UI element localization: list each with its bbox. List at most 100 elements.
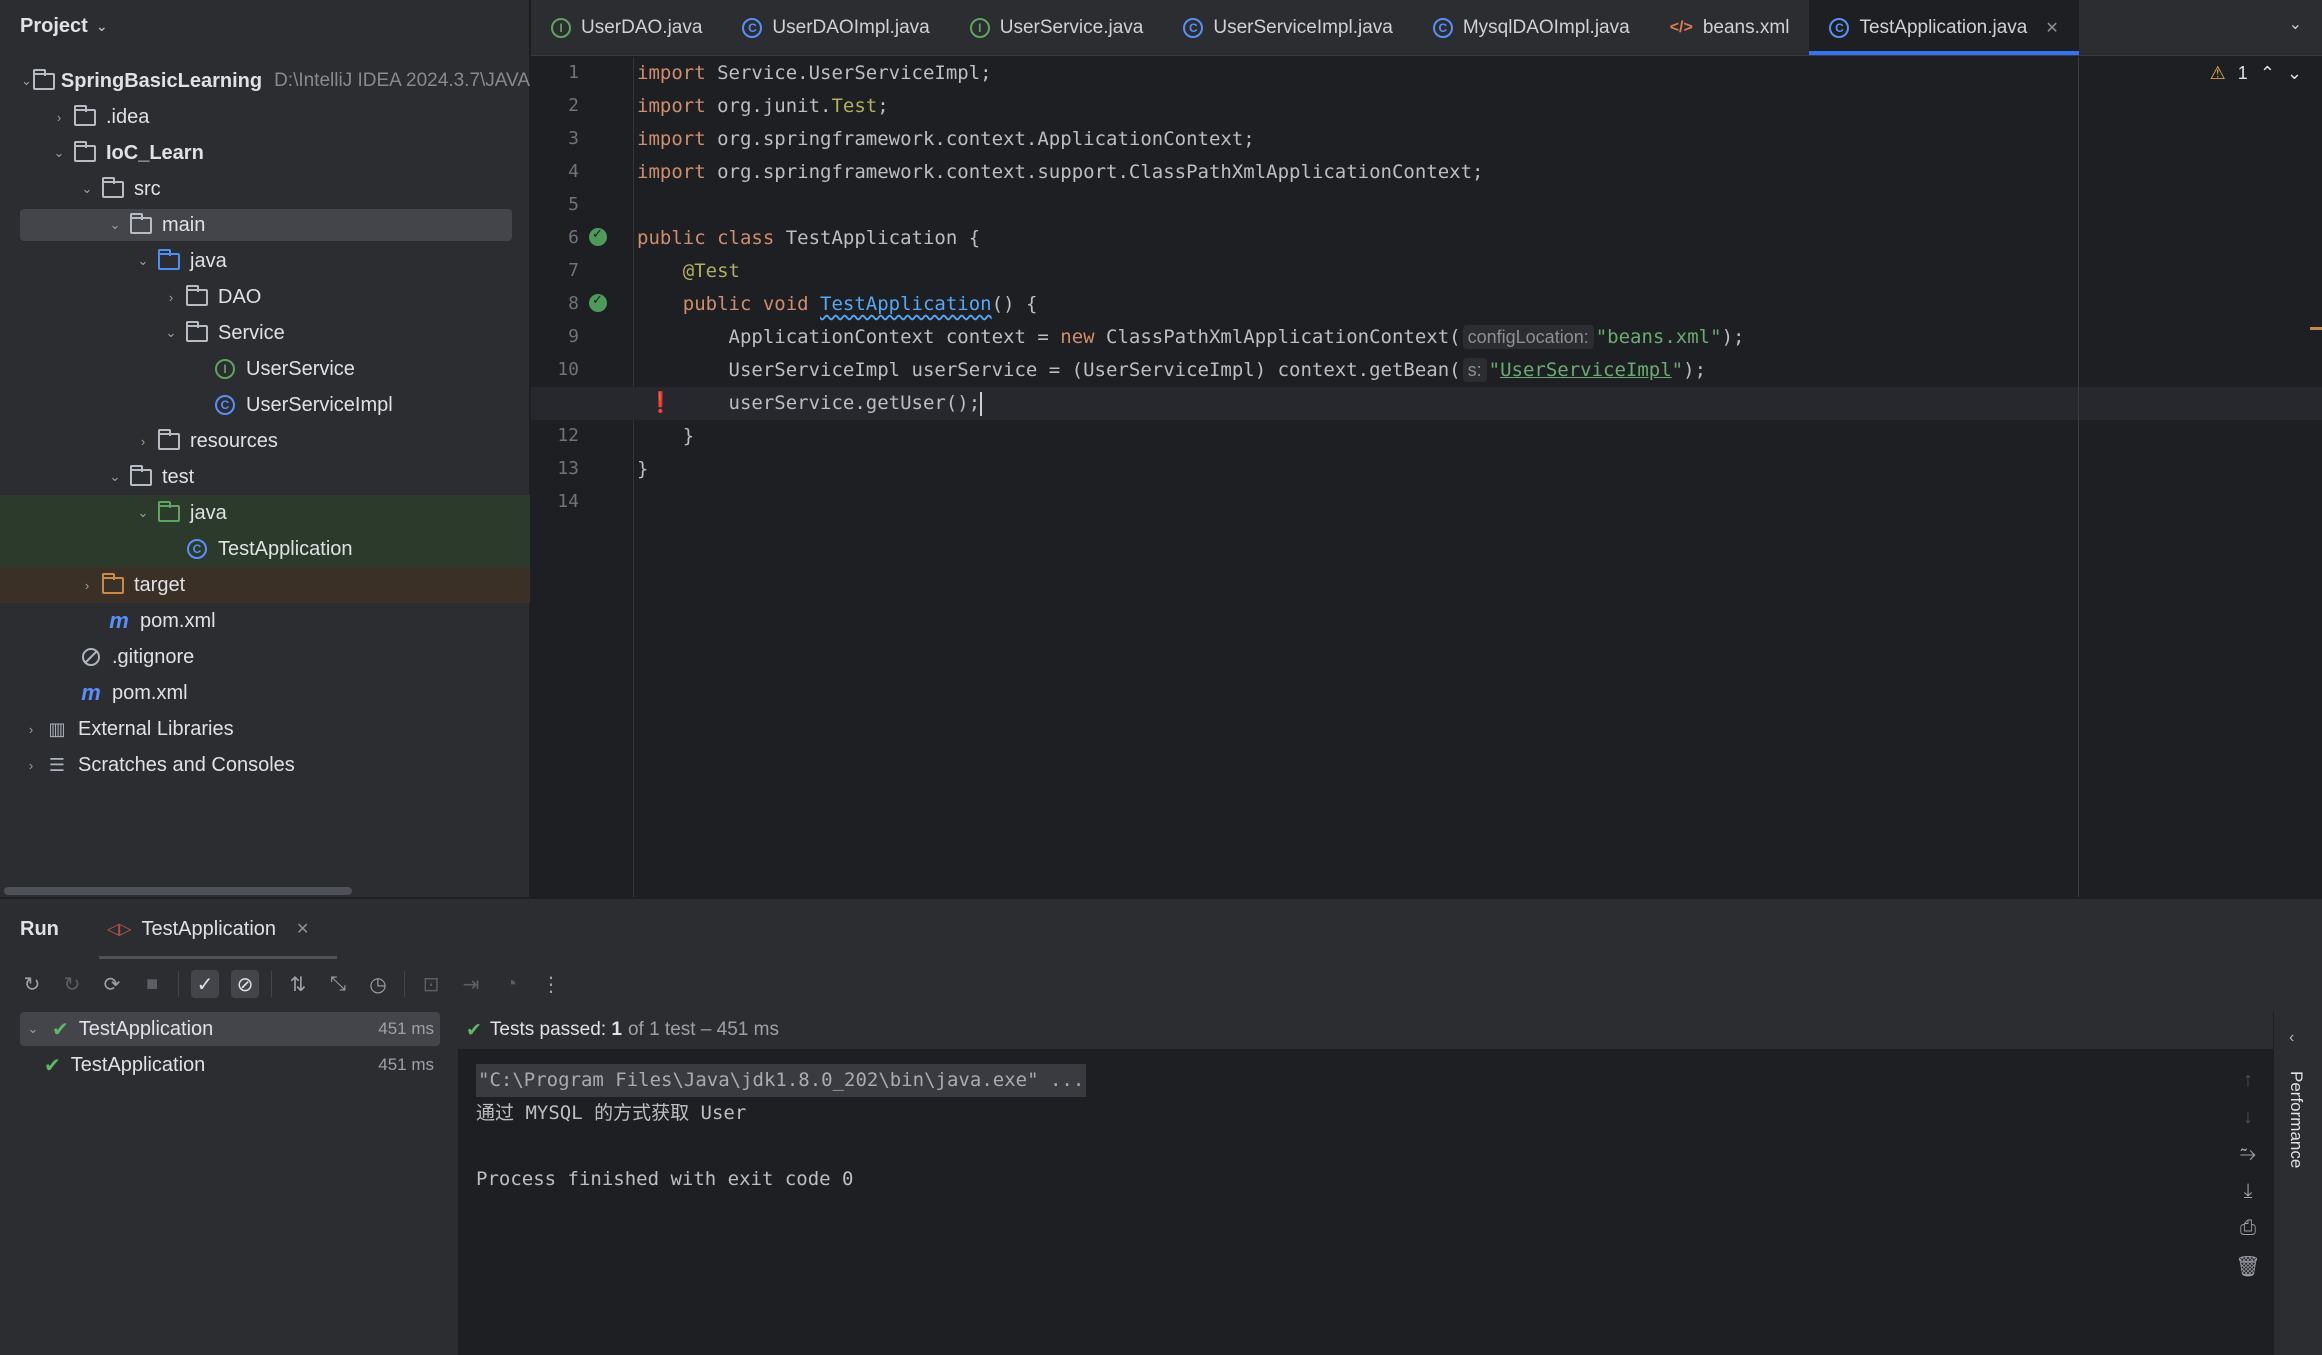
toggle-auto-test-icon[interactable]: ⟳ — [98, 970, 126, 998]
chevron-right-icon[interactable]: › — [76, 578, 98, 593]
soft-wrap-icon[interactable]: ⥲ — [2240, 1143, 2256, 1166]
chevron-down-icon[interactable]: ⌄ — [2289, 14, 2302, 34]
tree-item-userserviceimpl[interactable]: C UserServiceImpl — [0, 387, 530, 423]
tree-item-testapplication[interactable]: C TestApplication — [0, 531, 530, 567]
tab-run-testapplication[interactable]: ◁▷ TestApplication ✕ — [98, 899, 337, 959]
chevron-down-icon[interactable]: ⌄ — [104, 469, 126, 485]
tree-item-resources[interactable]: › resources — [0, 423, 530, 459]
interface-icon: I — [551, 17, 571, 38]
code-line: import org.springframework.context.suppo… — [637, 161, 1484, 183]
run-title: Run — [20, 917, 59, 940]
tree-item-main[interactable]: ⌄ main — [0, 207, 530, 243]
tree-item-pom-module[interactable]: m pom.xml — [0, 603, 530, 639]
performance-label[interactable]: Performance — [2286, 1071, 2306, 1168]
chevron-down-icon[interactable]: ⌄ — [104, 217, 126, 233]
arrow-down-icon[interactable]: ↓ — [2243, 1106, 2253, 1129]
chevron-right-icon[interactable]: › — [132, 434, 154, 449]
tree-item-idea[interactable]: › .idea — [0, 99, 530, 135]
console-side-toolbar: ↑ ↓ ⥲ ⤓ ⎙ 🗑 — [2218, 1069, 2278, 1279]
run-test-icon[interactable] — [589, 226, 607, 246]
scroll-to-end-icon[interactable]: ⤓ — [2244, 1180, 2253, 1203]
trash-icon[interactable]: 🗑 — [2235, 1254, 2260, 1279]
run-toolbar: ↻ ↻ ⟳ ■ ✓ ⊘ ⇅ ⤡ ◷ ⊡ ⇥ ◔ ⋮ — [0, 959, 2322, 1009]
tab-userdaoimpl[interactable]: C UserDAOImpl.java — [722, 0, 949, 55]
show-passed-icon[interactable]: ✓ — [191, 970, 219, 998]
rerun-failed-icon[interactable]: ↻ — [58, 970, 86, 998]
console-line: Process finished with exit code 0 — [476, 1168, 854, 1190]
rerun-icon[interactable]: ↻ — [18, 970, 46, 998]
folder-icon — [126, 464, 156, 486]
chevron-right-icon[interactable]: › — [48, 110, 70, 125]
chevron-down-icon[interactable]: ⌄ — [22, 1021, 44, 1037]
tab-testapplication[interactable]: C TestApplication.java ✕ — [1809, 0, 2080, 55]
tree-item-gitignore[interactable]: .gitignore — [0, 639, 530, 675]
performance-sidebar[interactable]: ‹ Performance — [2273, 1011, 2322, 1355]
tree-item-service[interactable]: ⌄ Service — [0, 315, 530, 351]
chevron-right-icon[interactable]: › — [20, 722, 42, 737]
project-view-selector[interactable]: Project ⌄ — [0, 0, 529, 52]
tree-item-external-libraries[interactable]: › ▥ External Libraries — [0, 711, 530, 747]
chevron-right-icon[interactable]: › — [20, 758, 42, 773]
sort-icon[interactable]: ⇅ — [284, 970, 312, 998]
chevron-up-icon[interactable]: ⌃ — [2260, 63, 2275, 84]
console-text[interactable]: "C:\Program Files\Java\jdk1.8.0_202\bin\… — [476, 1064, 2216, 1196]
tree-item-pom-root[interactable]: m pom.xml — [0, 675, 530, 711]
more-options-icon[interactable]: ⋮ — [537, 970, 565, 998]
chevron-left-icon[interactable]: ‹ — [2289, 1029, 2294, 1047]
tree-item-dao[interactable]: › DAO — [0, 279, 530, 315]
import-tests-icon[interactable]: ⇥ — [457, 970, 485, 998]
chevron-down-icon[interactable]: ⌄ — [48, 145, 70, 161]
show-ignored-icon[interactable]: ⊘ — [231, 970, 259, 998]
chevron-down-icon[interactable]: ⌄ — [132, 253, 154, 269]
history-icon[interactable]: ◷ — [364, 970, 392, 998]
coverage-icon[interactable]: ◔ — [497, 970, 525, 998]
chevron-down-icon[interactable]: ⌄ — [76, 181, 98, 197]
print-icon[interactable]: ⎙ — [2240, 1217, 2256, 1240]
close-icon[interactable]: ✕ — [2045, 18, 2058, 38]
chevron-right-icon[interactable]: › — [160, 290, 182, 305]
tab-mysqldaoimpl[interactable]: C MysqlDAOImpl.java — [1413, 0, 1650, 55]
tree-item-ioc-learn[interactable]: ⌄ IoC_Learn — [0, 135, 530, 171]
chevron-down-icon[interactable]: ⌄ — [132, 505, 154, 521]
tab-userdao[interactable]: I UserDAO.java — [531, 0, 722, 55]
module-folder-icon — [70, 140, 100, 162]
tree-item-target[interactable]: › target — [0, 567, 530, 603]
inspection-widget[interactable]: ⚠ 1 ⌃ ⌄ — [2210, 63, 2302, 84]
test-case-row[interactable]: ✔ TestApplication 451 ms — [0, 1047, 458, 1083]
tree-item-springbasiclearning[interactable]: ⌄ SpringBasicLearning D:\IntelliJ IDEA 2… — [0, 63, 530, 99]
error-bulb-icon[interactable]: ❗ — [648, 390, 673, 415]
tree-item-test-java[interactable]: ⌄ java — [0, 495, 530, 531]
line-number: 8 — [568, 293, 579, 314]
horizontal-scrollbar[interactable] — [4, 887, 352, 895]
tree-item-src[interactable]: ⌄ src — [0, 171, 530, 207]
chevron-down-icon[interactable]: ⌄ — [160, 325, 182, 341]
warning-stripe-marker[interactable] — [2310, 327, 2322, 330]
screenshot-icon[interactable]: ⊡ — [417, 970, 445, 998]
passed-check-icon: ✔ — [466, 1019, 482, 1041]
chevron-down-icon[interactable]: ⌄ — [20, 73, 33, 89]
toolbar-divider — [271, 971, 272, 997]
test-source-folder-icon — [154, 500, 184, 522]
tree-item-main-java[interactable]: ⌄ java — [0, 243, 530, 279]
tree-item-test[interactable]: ⌄ test — [0, 459, 530, 495]
tab-beans-xml[interactable]: </> beans.xml — [1650, 0, 1810, 55]
excluded-folder-icon — [98, 572, 128, 594]
code-editor[interactable]: 1 2 3 4 5 6 7 8 9 10 11 12 13 14 import … — [531, 57, 2322, 897]
toolbar-divider — [178, 971, 179, 997]
stop-icon[interactable]: ■ — [138, 970, 166, 998]
console-command-line[interactable]: "C:\Program Files\Java\jdk1.8.0_202\bin\… — [476, 1064, 1087, 1097]
tab-userservice[interactable]: I UserService.java — [950, 0, 1164, 55]
close-icon[interactable]: ✕ — [296, 919, 309, 939]
project-panel: Project ⌄ ⌄ SpringBasicLearning D:\Intel… — [0, 0, 530, 897]
tree-item-userservice[interactable]: I UserService — [0, 351, 530, 387]
tab-userserviceimpl[interactable]: C UserServiceImpl.java — [1163, 0, 1413, 55]
project-tree: ⌄ SpringBasicLearning D:\IntelliJ IDEA 2… — [0, 63, 530, 783]
code-area[interactable]: import Service.UserServiceImpl; import o… — [531, 57, 2322, 897]
chevron-down-icon[interactable]: ⌄ — [2287, 63, 2302, 84]
tree-item-scratches[interactable]: › ☰ Scratches and Consoles — [0, 747, 530, 783]
arrow-up-icon[interactable]: ↑ — [2243, 1069, 2253, 1092]
collapse-icon[interactable]: ⤡ — [324, 970, 352, 998]
test-suite-row[interactable]: ⌄ ✔ TestApplication 451 ms — [0, 1011, 458, 1047]
line-number: 7 — [568, 260, 579, 281]
run-test-icon[interactable] — [589, 292, 607, 312]
